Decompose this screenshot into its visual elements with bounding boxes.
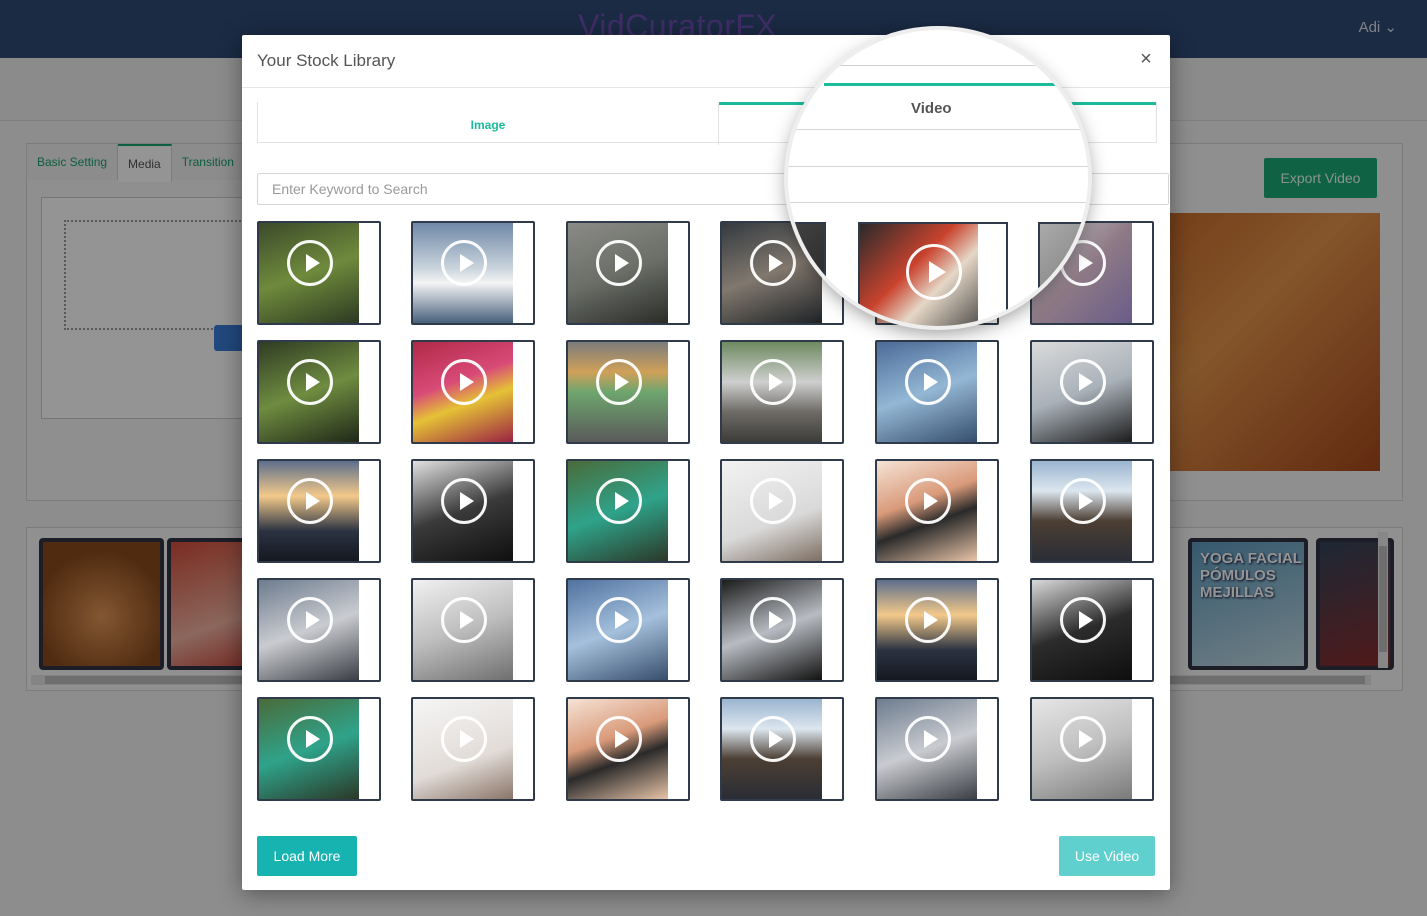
- active-tab-indicator: [824, 83, 1056, 86]
- play-icon: [287, 597, 333, 643]
- tab-image[interactable]: Image: [258, 102, 719, 145]
- play-icon: [905, 359, 951, 405]
- video-thumbnail[interactable]: [875, 578, 999, 682]
- play-icon: [750, 716, 796, 762]
- modal-title: Your Stock Library: [257, 51, 396, 70]
- video-thumbnail[interactable]: [566, 697, 690, 801]
- play-icon: [441, 478, 487, 524]
- play-icon: [287, 478, 333, 524]
- play-icon: [596, 716, 642, 762]
- play-icon: [905, 597, 951, 643]
- video-thumbnail[interactable]: [566, 221, 690, 325]
- play-icon: [750, 597, 796, 643]
- play-icon: [906, 244, 962, 300]
- divider: [788, 202, 1088, 203]
- divider: [828, 65, 1088, 66]
- video-thumbnail[interactable]: [720, 459, 844, 563]
- video-thumbnail[interactable]: [1030, 459, 1154, 563]
- divider: [788, 166, 1088, 167]
- play-icon: [441, 597, 487, 643]
- load-more-button[interactable]: Load More: [257, 836, 357, 876]
- play-icon: [596, 478, 642, 524]
- use-video-button[interactable]: Use Video: [1059, 836, 1155, 876]
- magnifier-callout: Video: [788, 30, 1088, 326]
- play-icon: [596, 359, 642, 405]
- play-icon: [441, 240, 487, 286]
- video-thumbnail[interactable]: [566, 578, 690, 682]
- play-icon: [905, 478, 951, 524]
- video-thumbnail[interactable]: [566, 340, 690, 444]
- video-thumbnail: [788, 222, 826, 326]
- video-thumbnail[interactable]: [875, 697, 999, 801]
- video-thumbnail[interactable]: [257, 578, 381, 682]
- video-thumbnail[interactable]: [875, 340, 999, 444]
- play-icon: [596, 597, 642, 643]
- magnified-tab-video[interactable]: Video: [911, 100, 952, 117]
- divider: [788, 129, 1088, 130]
- video-thumbnail[interactable]: [720, 578, 844, 682]
- video-thumbnail[interactable]: [411, 221, 535, 325]
- close-icon[interactable]: ×: [1136, 49, 1156, 69]
- video-thumbnail[interactable]: [257, 697, 381, 801]
- play-icon: [287, 240, 333, 286]
- video-thumbnail[interactable]: [257, 340, 381, 444]
- play-icon: [287, 359, 333, 405]
- video-thumbnail[interactable]: [1030, 697, 1154, 801]
- video-thumbnail[interactable]: [566, 459, 690, 563]
- play-icon: [750, 478, 796, 524]
- video-thumbnail[interactable]: [257, 221, 381, 325]
- video-thumbnail[interactable]: [875, 459, 999, 563]
- video-thumbnail[interactable]: [720, 697, 844, 801]
- video-thumbnail[interactable]: [257, 459, 381, 563]
- play-icon: [750, 359, 796, 405]
- play-icon: [1060, 716, 1106, 762]
- video-thumbnail[interactable]: [411, 340, 535, 444]
- play-icon: [905, 716, 951, 762]
- video-thumbnail[interactable]: [1030, 578, 1154, 682]
- play-icon: [441, 716, 487, 762]
- video-thumbnail[interactable]: [411, 578, 535, 682]
- play-icon: [596, 240, 642, 286]
- video-thumbnail[interactable]: [720, 340, 844, 444]
- video-thumbnail[interactable]: [411, 459, 535, 563]
- play-icon: [1060, 359, 1106, 405]
- video-thumbnail[interactable]: [1030, 340, 1154, 444]
- video-thumbnail: [1038, 222, 1088, 326]
- magnified-video-thumbnail[interactable]: [858, 222, 1008, 326]
- play-icon: [441, 359, 487, 405]
- video-thumbnail[interactable]: [411, 697, 535, 801]
- play-icon: [287, 716, 333, 762]
- play-icon: [1060, 597, 1106, 643]
- play-icon: [1060, 478, 1106, 524]
